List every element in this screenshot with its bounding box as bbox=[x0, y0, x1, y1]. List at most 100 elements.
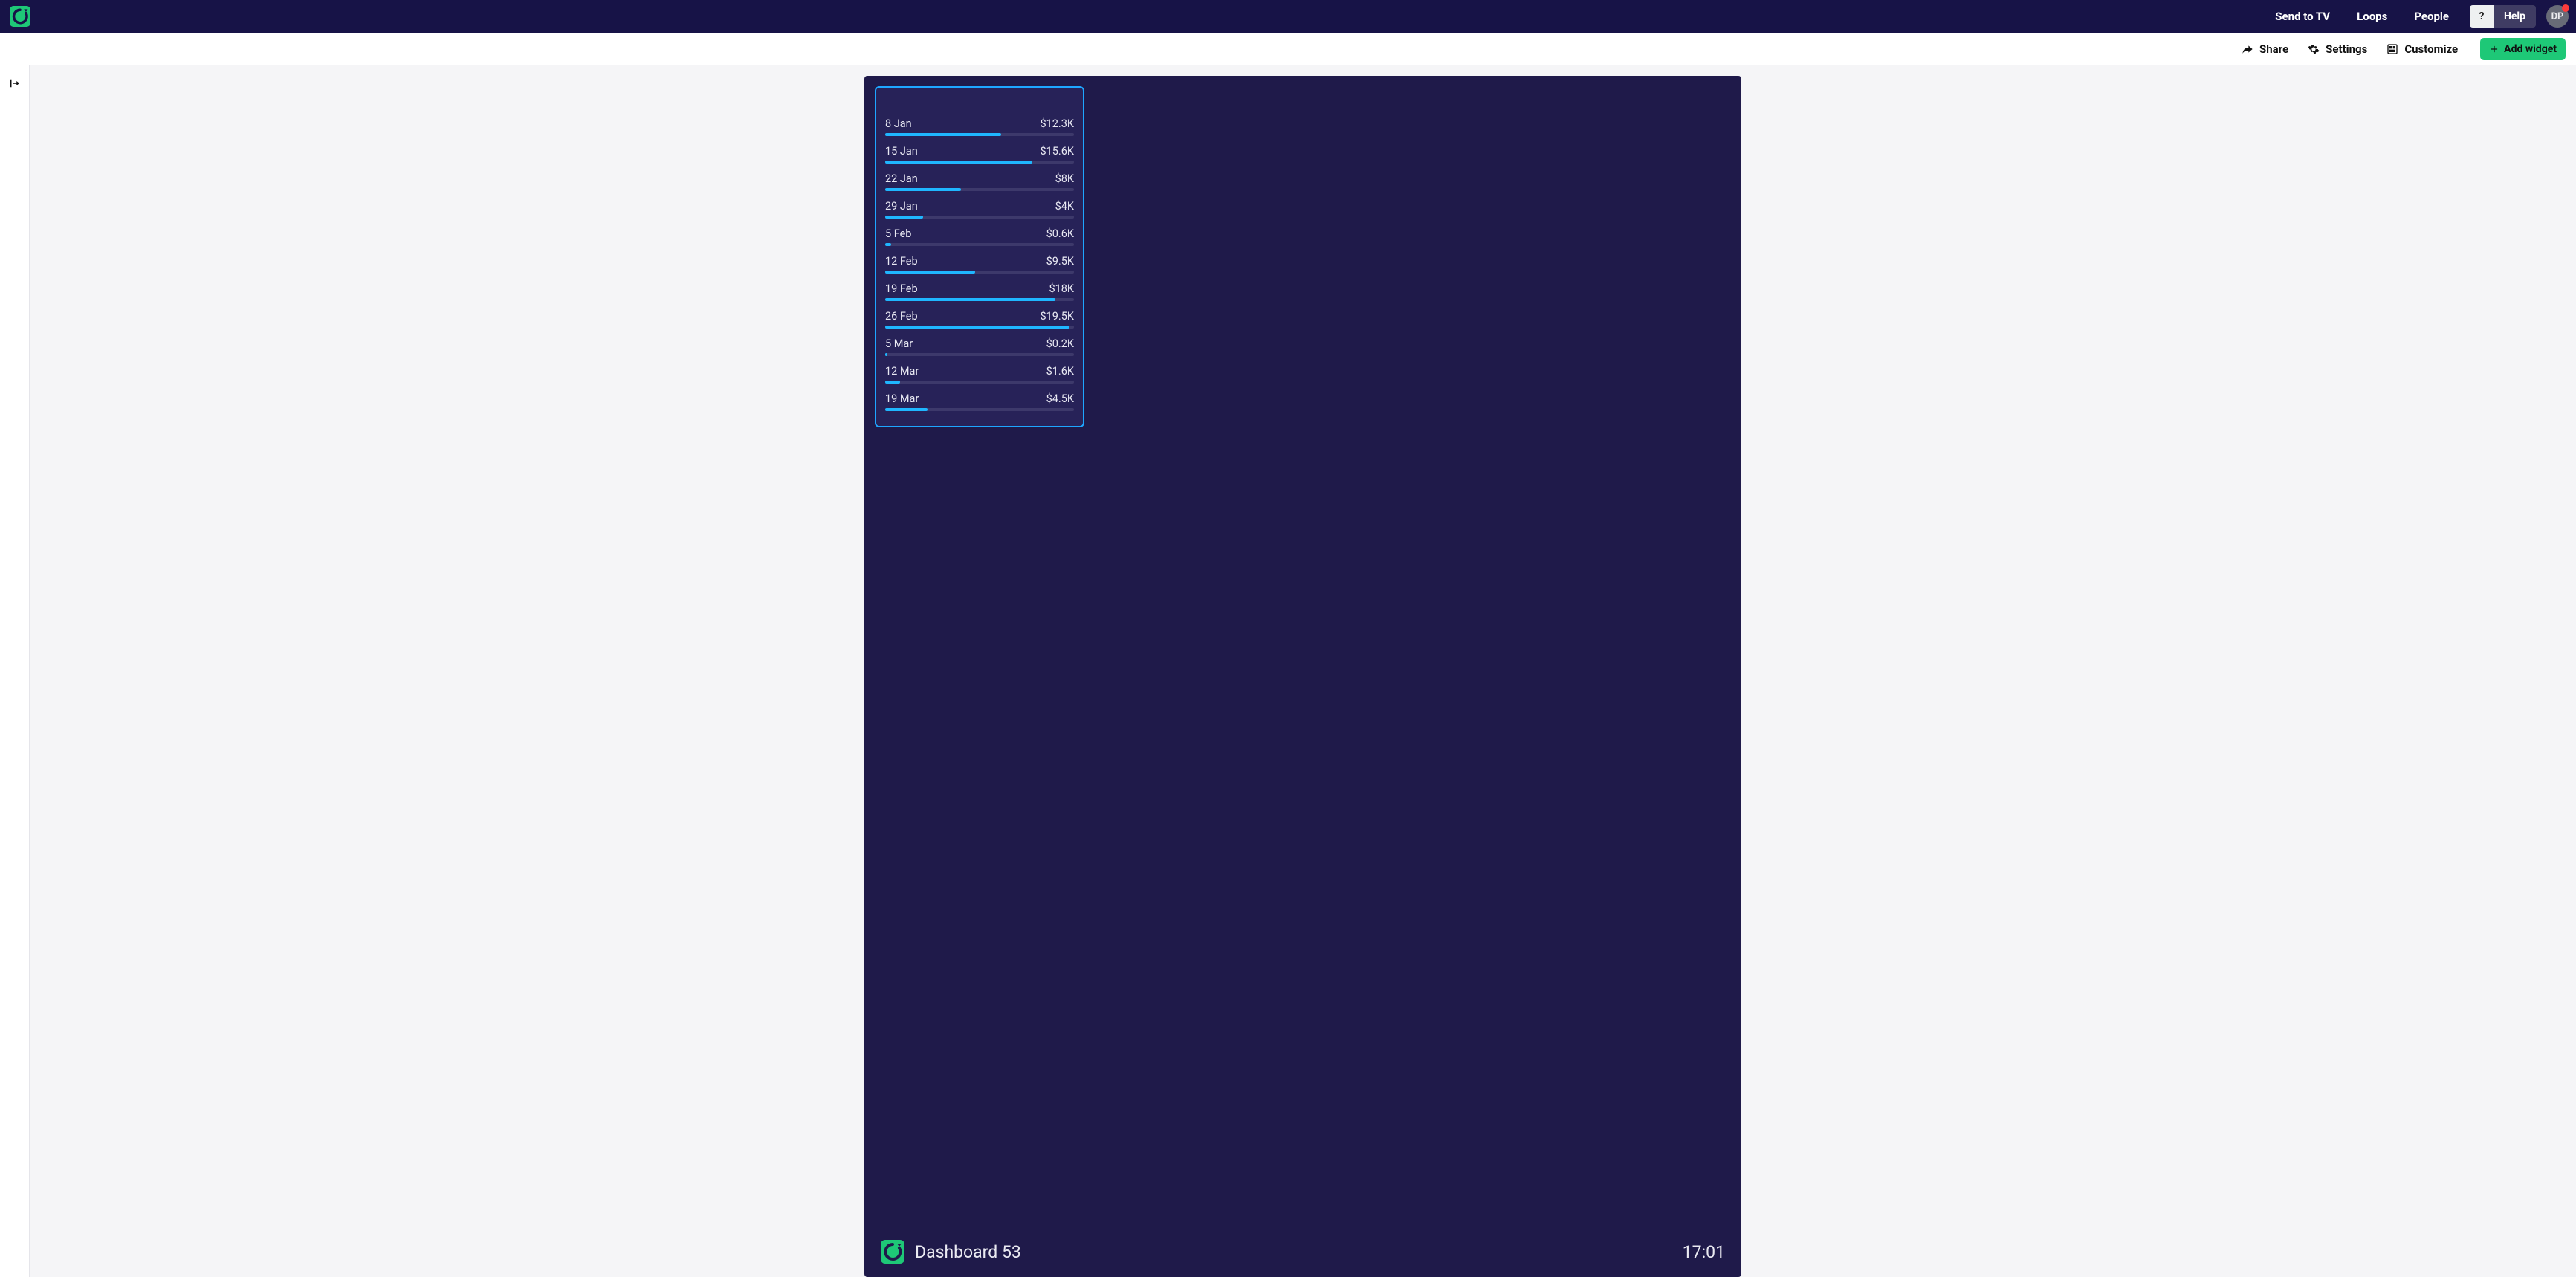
left-rail bbox=[0, 65, 30, 1277]
bar-row: 5 Feb $0.6K bbox=[885, 227, 1074, 246]
customize-label: Customize bbox=[2404, 42, 2458, 56]
bar-row-labels: 15 Jan $15.6K bbox=[885, 145, 1074, 158]
bar-row-value: $8K bbox=[1055, 172, 1074, 185]
bar-row-fill bbox=[885, 381, 900, 384]
bar-row-value: $1.6K bbox=[1046, 365, 1074, 378]
bar-row-labels: 8 Jan $12.3K bbox=[885, 117, 1074, 130]
bar-row-value: $4.5K bbox=[1046, 392, 1074, 405]
bar-row-value: $15.6K bbox=[1040, 145, 1074, 158]
expand-right-icon bbox=[8, 77, 22, 90]
bar-row-labels: 12 Mar $1.6K bbox=[885, 365, 1074, 378]
bar-row-track bbox=[885, 216, 1074, 219]
share-icon bbox=[2242, 43, 2253, 55]
bar-row: 12 Mar $1.6K bbox=[885, 365, 1074, 384]
customize-button[interactable]: Customize bbox=[2386, 42, 2458, 56]
nav-send-to-tv[interactable]: Send to TV bbox=[2262, 10, 2343, 23]
bar-row: 8 Jan $12.3K bbox=[885, 117, 1074, 136]
plus-icon bbox=[2489, 44, 2499, 54]
bar-row-category: 12 Feb bbox=[885, 255, 918, 268]
bar-row-category: 19 Mar bbox=[885, 392, 919, 405]
bar-row-labels: 5 Feb $0.6K bbox=[885, 227, 1074, 240]
add-widget-label: Add widget bbox=[2504, 43, 2557, 55]
dashboard-canvas[interactable]: 8 Jan $12.3K 15 Jan $15.6K 22 Jan $8K 29 Jan $4… bbox=[30, 65, 2576, 1277]
bar-row-labels: 12 Feb $9.5K bbox=[885, 255, 1074, 268]
nav-people[interactable]: People bbox=[2401, 10, 2462, 23]
main-area: 8 Jan $12.3K 15 Jan $15.6K 22 Jan $8K 29 Jan $4… bbox=[0, 65, 2576, 1277]
dashboard-footer: Dashboard 53 17:01 bbox=[881, 1240, 1725, 1264]
bar-row-track bbox=[885, 133, 1074, 136]
bar-row-value: $4K bbox=[1055, 200, 1074, 213]
bar-row-fill bbox=[885, 188, 961, 191]
bar-row-track bbox=[885, 326, 1074, 329]
bar-row: 19 Mar $4.5K bbox=[885, 392, 1074, 411]
logo-icon bbox=[881, 1240, 904, 1264]
share-button[interactable]: Share bbox=[2242, 42, 2288, 56]
bar-row-value: $9.5K bbox=[1046, 255, 1074, 268]
bar-row-fill bbox=[885, 161, 1032, 164]
bar-row-category: 22 Jan bbox=[885, 172, 918, 185]
bar-row: 15 Jan $15.6K bbox=[885, 145, 1074, 164]
bar-row-track bbox=[885, 408, 1074, 411]
bar-row-track bbox=[885, 243, 1074, 246]
bar-row-labels: 26 Feb $19.5K bbox=[885, 310, 1074, 323]
bar-row-category: 8 Jan bbox=[885, 117, 912, 130]
bar-row-labels: 5 Mar $0.2K bbox=[885, 337, 1074, 350]
bar-row-fill bbox=[885, 408, 928, 411]
dashboard-footer-left: Dashboard 53 bbox=[881, 1240, 1021, 1264]
bar-row-category: 19 Feb bbox=[885, 282, 918, 295]
bar-row-fill bbox=[885, 243, 891, 246]
bar-row-value: $0.2K bbox=[1046, 337, 1074, 350]
dashboard-panel: 8 Jan $12.3K 15 Jan $15.6K 22 Jan $8K 29 Jan $4… bbox=[864, 76, 1741, 1277]
bar-row-fill bbox=[885, 216, 923, 219]
bar-row-track bbox=[885, 381, 1074, 384]
add-widget-button[interactable]: Add widget bbox=[2480, 38, 2566, 60]
bar-row-fill bbox=[885, 133, 1001, 136]
bar-row-category: 26 Feb bbox=[885, 310, 918, 323]
bar-row-fill bbox=[885, 298, 1055, 301]
customize-icon bbox=[2386, 43, 2398, 55]
bar-row-fill bbox=[885, 353, 887, 356]
bar-row: 22 Jan $8K bbox=[885, 172, 1074, 191]
avatar-initials: DP bbox=[2551, 11, 2564, 22]
bar-row: 19 Feb $18K bbox=[885, 282, 1074, 301]
bar-row-track bbox=[885, 353, 1074, 356]
notification-dot-icon bbox=[2562, 4, 2569, 12]
footer-logo bbox=[881, 1240, 904, 1264]
bar-list-widget[interactable]: 8 Jan $12.3K 15 Jan $15.6K 22 Jan $8K 29 Jan $4… bbox=[875, 86, 1084, 427]
settings-button[interactable]: Settings bbox=[2308, 42, 2367, 56]
help-question-button[interactable]: ? bbox=[2470, 5, 2494, 28]
bar-row-category: 12 Mar bbox=[885, 365, 919, 378]
bar-row-track bbox=[885, 161, 1074, 164]
action-toolbar: Share Settings Customize Add widget bbox=[0, 33, 2576, 65]
dashboard-clock: 17:01 bbox=[1683, 1242, 1725, 1262]
logo-icon bbox=[10, 6, 30, 27]
bar-row-fill bbox=[885, 326, 1069, 329]
settings-label: Settings bbox=[2326, 42, 2367, 56]
bar-row: 29 Jan $4K bbox=[885, 200, 1074, 219]
help-button[interactable]: Help bbox=[2494, 5, 2536, 28]
expand-sidebar-button[interactable] bbox=[6, 74, 24, 92]
bar-row-labels: 29 Jan $4K bbox=[885, 200, 1074, 213]
top-nav-bar: Send to TV Loops People ? Help DP bbox=[0, 0, 2576, 33]
user-avatar[interactable]: DP bbox=[2546, 5, 2569, 28]
app-logo[interactable] bbox=[9, 5, 31, 28]
bar-row-fill bbox=[885, 271, 975, 274]
bar-row-category: 15 Jan bbox=[885, 145, 918, 158]
bar-row-category: 29 Jan bbox=[885, 200, 918, 213]
bar-row-track bbox=[885, 271, 1074, 274]
share-label: Share bbox=[2259, 42, 2288, 56]
gear-icon bbox=[2308, 43, 2320, 55]
bar-row-value: $0.6K bbox=[1046, 227, 1074, 240]
bar-row-track bbox=[885, 188, 1074, 191]
bar-row-category: 5 Mar bbox=[885, 337, 913, 350]
bar-row-labels: 22 Jan $8K bbox=[885, 172, 1074, 185]
bar-row-labels: 19 Mar $4.5K bbox=[885, 392, 1074, 405]
bar-row: 5 Mar $0.2K bbox=[885, 337, 1074, 356]
bar-row-value: $18K bbox=[1049, 282, 1074, 295]
nav-loops[interactable]: Loops bbox=[2343, 10, 2401, 23]
bar-row-track bbox=[885, 298, 1074, 301]
bar-row-category: 5 Feb bbox=[885, 227, 911, 240]
bar-row-value: $12.3K bbox=[1040, 117, 1074, 130]
help-group: ? Help bbox=[2470, 5, 2536, 28]
bar-row-value: $19.5K bbox=[1040, 310, 1074, 323]
